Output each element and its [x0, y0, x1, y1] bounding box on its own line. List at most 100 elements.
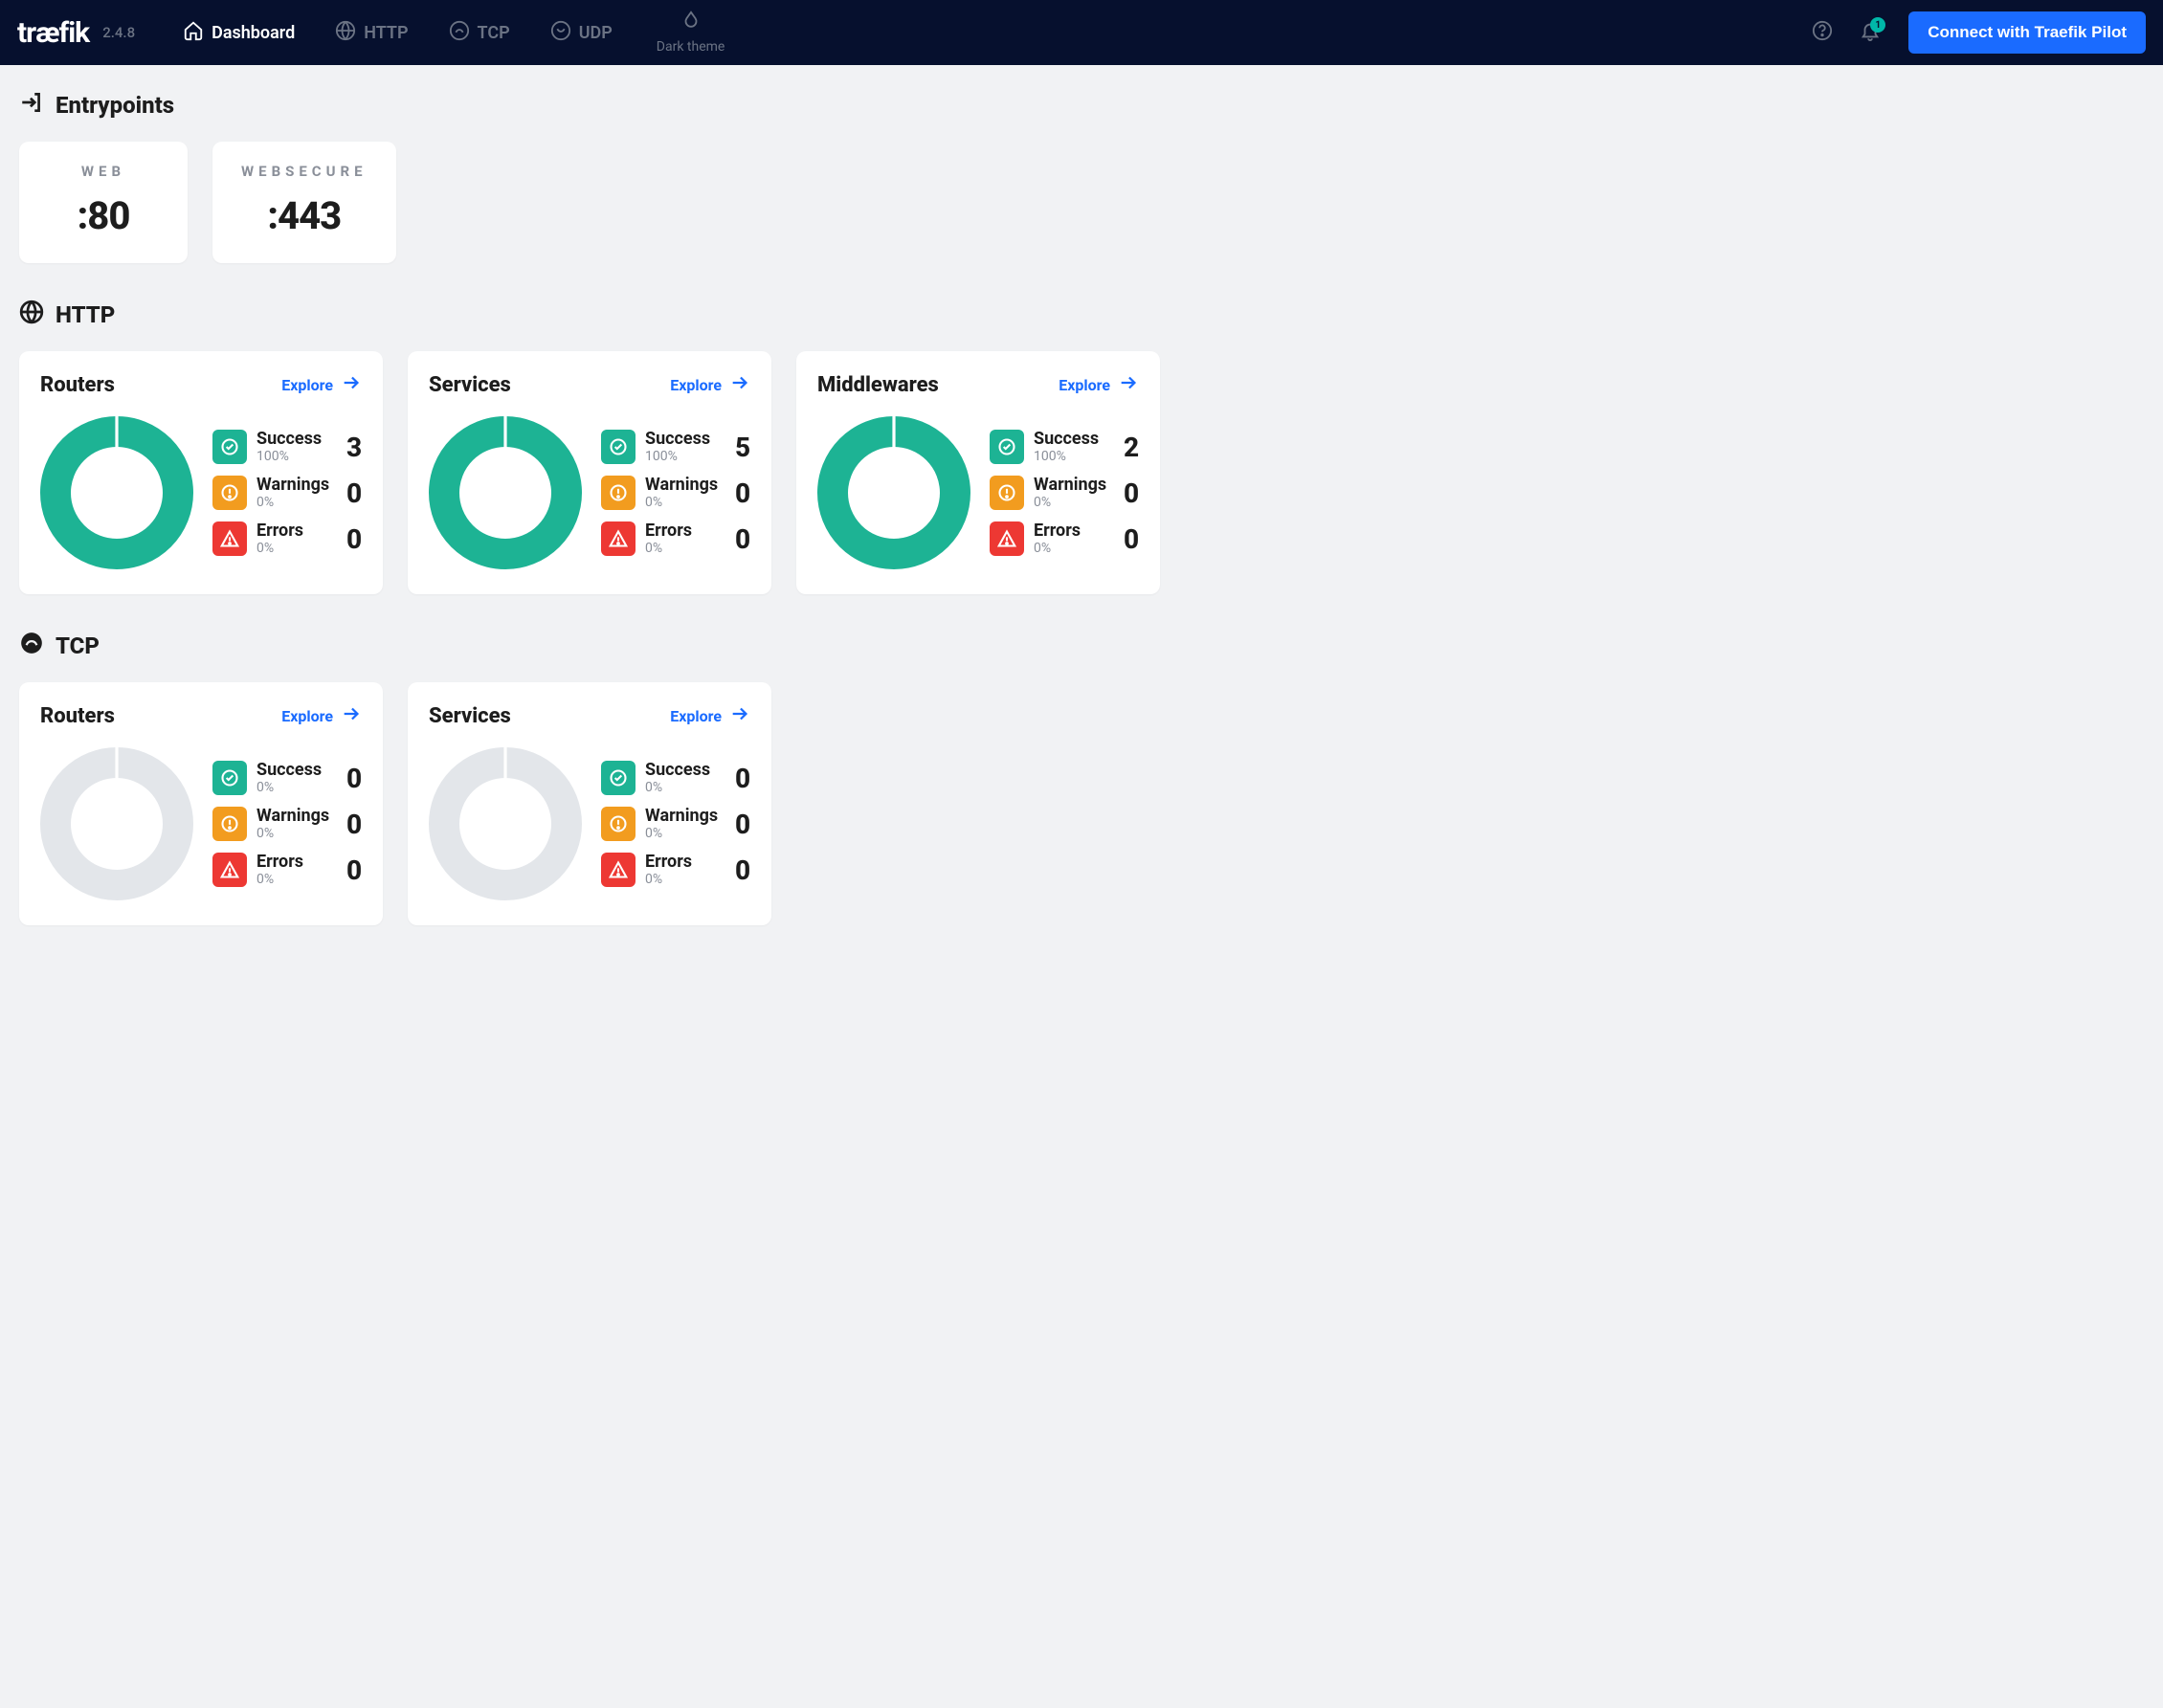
explore-link[interactable]: Explore [670, 372, 750, 397]
home-icon [183, 20, 204, 46]
stat-warnings: Warnings 0% 0 [990, 476, 1139, 510]
entrypoints-row: WEB :80 WEBSECURE :443 [19, 142, 2144, 263]
explore-label: Explore [670, 707, 722, 725]
stat-label: Errors [256, 521, 329, 541]
entrypoint-name: WEBSECURE [241, 163, 368, 180]
stat-pct: 0% [256, 780, 329, 795]
panel-title: Middlewares [817, 373, 939, 397]
stat-pct: 0% [256, 495, 329, 510]
stat-label: Errors [1034, 521, 1106, 541]
udp-icon [550, 20, 571, 46]
nav-tcp-label: TCP [478, 23, 510, 43]
stat-label: Success [1034, 430, 1106, 449]
stat-warnings: Warnings 0% 0 [212, 476, 362, 510]
arrow-right-icon [341, 372, 362, 397]
stat-pct: 0% [645, 780, 718, 795]
theme-toggle[interactable]: Dark theme [657, 11, 725, 55]
stat-errors: Errors 0% 0 [601, 521, 750, 556]
alert-triangle-icon [601, 853, 636, 887]
alert-triangle-icon [990, 521, 1024, 556]
stat-success: Success 0% 0 [601, 761, 750, 795]
stat-pct: 0% [645, 495, 718, 510]
donut-chart [40, 747, 193, 900]
http-panels-row: Routers Explore Success 100% 3 [19, 351, 2144, 594]
nav-dashboard-label: Dashboard [212, 23, 295, 43]
stat-pct: 0% [256, 872, 329, 887]
stat-warnings: Warnings 0% 0 [601, 476, 750, 510]
explore-label: Explore [670, 376, 722, 394]
entrypoint-name: WEB [48, 163, 159, 180]
arrow-right-icon [341, 703, 362, 728]
donut-chart [40, 416, 193, 569]
stat-count: 0 [1116, 523, 1139, 555]
explore-label: Explore [281, 376, 333, 394]
check-circle-icon [990, 430, 1024, 464]
explore-link[interactable]: Explore [1059, 372, 1139, 397]
stat-success: Success 100% 5 [601, 430, 750, 464]
nav-dashboard[interactable]: Dashboard [167, 0, 310, 65]
tcp-icon [19, 631, 44, 661]
top-bar: træfik 2.4.8 Dashboard HTTP TCP UDP Dark… [0, 0, 2163, 65]
stat-errors: Errors 0% 0 [212, 853, 362, 887]
stat-success: Success 100% 2 [990, 430, 1139, 464]
stat-success: Success 100% 3 [212, 430, 362, 464]
connect-pilot-button[interactable]: Connect with Traefik Pilot [1908, 11, 2146, 54]
panel-title: Routers [40, 704, 115, 728]
check-circle-icon [601, 761, 636, 795]
nav-http[interactable]: HTTP [320, 0, 423, 65]
section-http-title: HTTP [56, 301, 115, 328]
stat-pct: 0% [645, 541, 718, 556]
explore-link[interactable]: Explore [281, 372, 362, 397]
stat-count: 5 [727, 432, 750, 463]
help-icon [1812, 20, 1833, 45]
stat-warnings: Warnings 0% 0 [212, 807, 362, 841]
stat-pct: 0% [256, 826, 329, 841]
notifications-button[interactable]: 1 [1851, 13, 1889, 52]
alert-circle-icon [990, 476, 1024, 510]
nav-tcp[interactable]: TCP [434, 0, 525, 65]
nav-udp-label: UDP [579, 23, 613, 43]
http-services-panel: Services Explore Success 100% 5 [408, 351, 771, 594]
donut-chart [429, 747, 582, 900]
help-button[interactable] [1803, 13, 1841, 52]
globe-icon [335, 20, 356, 46]
stat-label: Success [645, 430, 718, 449]
stat-count: 0 [727, 809, 750, 840]
stat-count: 3 [339, 432, 362, 463]
stat-label: Warnings [645, 807, 718, 826]
stat-errors: Errors 0% 0 [990, 521, 1139, 556]
stat-label: Warnings [256, 807, 329, 826]
alert-circle-icon [601, 807, 636, 841]
page-content: Entrypoints WEB :80 WEBSECURE :443 HTTP … [0, 65, 2163, 964]
stat-pct: 100% [256, 449, 329, 464]
stat-errors: Errors 0% 0 [212, 521, 362, 556]
stat-pct: 0% [645, 826, 718, 841]
logo: træfik [17, 16, 93, 50]
stat-label: Success [256, 761, 329, 780]
stat-label: Errors [645, 521, 718, 541]
stat-label: Warnings [256, 476, 329, 495]
nav-http-label: HTTP [364, 23, 408, 43]
arrow-right-icon [729, 703, 750, 728]
droplet-icon [680, 11, 702, 35]
stat-label: Warnings [645, 476, 718, 495]
entrypoint-card-websecure[interactable]: WEBSECURE :443 [212, 142, 396, 263]
entrypoint-port: :80 [48, 193, 159, 238]
donut-chart [429, 416, 582, 569]
stat-count: 0 [1116, 477, 1139, 509]
explore-link[interactable]: Explore [281, 703, 362, 728]
section-entrypoints-header: Entrypoints [19, 90, 2144, 121]
stat-label: Success [645, 761, 718, 780]
panel-title: Routers [40, 373, 115, 397]
explore-link[interactable]: Explore [670, 703, 750, 728]
stat-count: 0 [727, 523, 750, 555]
entrypoint-card-web[interactable]: WEB :80 [19, 142, 188, 263]
stat-count: 0 [727, 477, 750, 509]
explore-label: Explore [281, 707, 333, 725]
stat-pct: 0% [1034, 495, 1106, 510]
stat-warnings: Warnings 0% 0 [601, 807, 750, 841]
arrow-right-icon [1118, 372, 1139, 397]
check-circle-icon [212, 761, 247, 795]
nav-udp[interactable]: UDP [535, 0, 628, 65]
theme-toggle-label: Dark theme [657, 39, 725, 55]
